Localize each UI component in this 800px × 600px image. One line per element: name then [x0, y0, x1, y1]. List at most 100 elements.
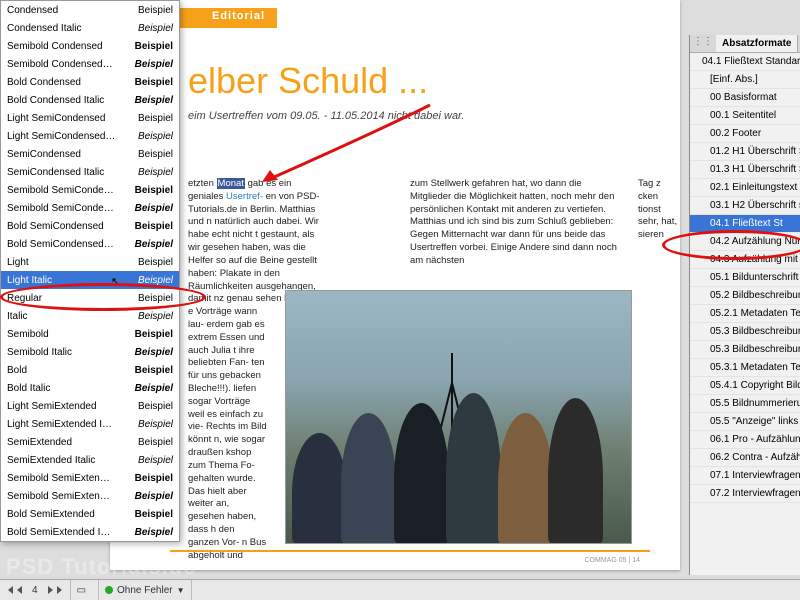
font-style-option[interactable]: SemiCondensed ItalicBeispiel — [1, 163, 179, 181]
font-style-option[interactable]: Light ItalicBeispiel↖ — [1, 271, 179, 289]
font-style-option[interactable]: CondensedBeispiel — [1, 1, 179, 19]
open-icon[interactable]: ▭ — [77, 585, 86, 596]
font-style-option[interactable]: Semibold SemiExten…Beispiel — [1, 487, 179, 505]
link-usertreffen[interactable]: Usertref- — [226, 191, 263, 202]
font-style-option[interactable]: Bold SemiExtended I…Beispiel — [1, 523, 179, 541]
paragraph-style-item[interactable]: 01.3 H1 Überschrift S — [690, 161, 800, 179]
paragraph-style-item[interactable]: 05.1 Bildunterschrift — [690, 269, 800, 287]
font-style-name: Bold Italic — [7, 383, 50, 394]
font-style-name: Italic — [7, 311, 28, 322]
font-style-name: SemiExtended — [7, 437, 72, 448]
font-style-option[interactable]: Bold SemiExtendedBeispiel — [1, 505, 179, 523]
font-style-name: Condensed — [7, 5, 58, 16]
paragraph-style-item[interactable]: 00 Basisformat — [690, 89, 800, 107]
paragraph-style-item[interactable]: 05.2.1 Metadaten Tex — [690, 305, 800, 323]
paragraph-style-item[interactable]: 01.2 H1 Überschrift S — [690, 143, 800, 161]
font-style-option[interactable]: Light SemiExtended I… Beispiel — [1, 415, 179, 433]
selected-word[interactable]: Monat — [217, 178, 245, 189]
font-style-option[interactable]: SemiExtended ItalicBeispiel — [1, 451, 179, 469]
paragraph-style-item[interactable]: 04.1 Fließtext St — [690, 215, 800, 233]
font-style-option[interactable]: Bold SemiCondensed…Beispiel — [1, 235, 179, 253]
font-style-option[interactable]: ItalicBeispiel — [1, 307, 179, 325]
paragraph-style-item[interactable]: 07.1 Interviewfragen — [690, 467, 800, 485]
font-style-preview: Beispiel — [135, 329, 173, 340]
font-style-option[interactable]: Semibold SemiExten…Beispiel — [1, 469, 179, 487]
font-style-name: Semibold SemiConde… — [7, 185, 114, 196]
paragraph-style-item[interactable]: 05.3 Bildbeschreibun — [690, 323, 800, 341]
subhead[interactable]: eim Usertreffen vom 09.05. - 11.05.2014 … — [188, 110, 464, 122]
last-page-icon[interactable] — [57, 586, 62, 594]
font-style-preview: Beispiel — [138, 113, 173, 124]
font-style-option[interactable]: Condensed ItalicBeispiel — [1, 19, 179, 37]
font-style-preview: Beispiel — [138, 257, 173, 268]
font-style-dropdown[interactable]: CondensedBeispielCondensed ItalicBeispie… — [0, 0, 180, 542]
font-style-option[interactable]: SemiExtended Beispiel — [1, 433, 179, 451]
font-style-option[interactable]: Bold CondensedBeispiel — [1, 73, 179, 91]
paragraph-style-item[interactable]: 05.5 "Anzeige" links — [690, 413, 800, 431]
font-style-name: Bold SemiExtended I… — [7, 527, 110, 538]
font-style-name: Light SemiCondensed — [7, 113, 105, 124]
font-style-option[interactable]: SemiboldBeispiel — [1, 325, 179, 343]
tab-absatzformate[interactable]: Absatzformate — [716, 35, 798, 52]
paragraph-style-item[interactable]: [Einf. Abs.] — [690, 71, 800, 89]
font-style-option[interactable]: Semibold Condensed…Beispiel — [1, 55, 179, 73]
paragraph-style-item[interactable]: 04.2 Aufzählung Nur — [690, 233, 800, 251]
text-column-2[interactable]: zum Stellwerk gefahren hat, wo dann die … — [410, 178, 625, 268]
font-style-preview: Beispiel — [138, 437, 173, 448]
font-style-option[interactable]: Semibold CondensedBeispiel — [1, 37, 179, 55]
paragraph-style-item[interactable]: 06.2 Contra - Aufzäh — [690, 449, 800, 467]
font-style-name: Light SemiExtended I… — [7, 419, 112, 430]
text-column-3[interactable]: Tag z cken tionst sehr, hat, sieren — [638, 178, 678, 242]
paragraph-styles-panel[interactable]: ⋮⋮ Absatzformate Zeic 04.1 Fließtext Sta… — [689, 35, 800, 575]
font-style-preview: Beispiel — [135, 239, 173, 250]
font-style-preview: Beispiel — [138, 419, 173, 430]
font-style-option[interactable]: Light SemiExtendedBeispiel — [1, 397, 179, 415]
footer-text: COMMAG 05 | 14 — [584, 557, 640, 564]
font-style-option[interactable]: Semibold SemiConde…Beispiel — [1, 199, 179, 217]
first-page-icon[interactable] — [8, 586, 13, 594]
paragraph-style-item[interactable]: 00.1 Seitentitel — [690, 107, 800, 125]
paragraph-style-item[interactable]: 04.3 Aufzählung mit — [690, 251, 800, 269]
font-style-preview: Beispiel — [138, 23, 173, 34]
paragraph-style-item[interactable]: 07.2 Interviewfragen — [690, 485, 800, 503]
paragraph-style-item[interactable]: 05.4.1 Copyright Bild — [690, 377, 800, 395]
col1-text-a: etzten — [188, 178, 217, 189]
paragraph-style-item[interactable]: 05.3.1 Metadaten Tex — [690, 359, 800, 377]
paragraph-style-item[interactable]: 06.1 Pro - Aufzählun — [690, 431, 800, 449]
article-photo[interactable] — [285, 290, 632, 544]
chevron-down-icon[interactable]: ▼ — [177, 586, 185, 595]
font-style-option[interactable]: Light SemiCondensed…Beispiel — [1, 127, 179, 145]
paragraph-style-item[interactable]: 00.2 Footer — [690, 125, 800, 143]
paragraph-styles-list[interactable]: 04.1 Fließtext Standard[Einf. Abs.]00 Ba… — [690, 53, 800, 553]
paragraph-style-item[interactable]: 04.1 Fließtext Standard — [690, 53, 800, 71]
font-style-name: SemiExtended Italic — [7, 455, 95, 466]
paragraph-style-item[interactable]: 05.3 Bildbeschreibun — [690, 341, 800, 359]
headline[interactable]: elber Schuld ... — [188, 60, 428, 102]
people-silhouettes — [286, 383, 631, 543]
font-style-option[interactable]: Bold SemiCondensedBeispiel — [1, 217, 179, 235]
page-number-field[interactable]: 4 — [24, 585, 46, 596]
font-style-option[interactable]: Light SemiCondensed Beispiel — [1, 109, 179, 127]
paragraph-style-item[interactable]: 02.1 Einleitungstext — [690, 179, 800, 197]
font-style-option[interactable]: Bold Italic Beispiel — [1, 379, 179, 397]
font-style-preview: Beispiel — [135, 383, 173, 394]
paragraph-style-item[interactable]: 03.1 H2 Überschrift s — [690, 197, 800, 215]
footer-rule — [170, 550, 650, 552]
font-style-option[interactable]: RegularBeispiel — [1, 289, 179, 307]
font-style-option[interactable]: Semibold SemiConde…Beispiel — [1, 181, 179, 199]
font-style-option[interactable]: LightBeispiel — [1, 253, 179, 271]
paragraph-style-item[interactable]: 05.2 Bildbeschreibun — [690, 287, 800, 305]
next-page-icon[interactable] — [48, 586, 53, 594]
font-style-preview: Beispiel — [135, 347, 173, 358]
preflight-status[interactable]: Ohne Fehler — [117, 585, 173, 596]
prev-page-icon[interactable] — [17, 586, 22, 594]
paragraph-style-item[interactable]: 05.5 Bildnummerieru — [690, 395, 800, 413]
document-page[interactable]: Editorial elber Schuld ... eim Usertreff… — [110, 0, 680, 570]
font-style-option[interactable]: BoldBeispiel — [1, 361, 179, 379]
font-style-option[interactable]: Bold Condensed ItalicBeispiel — [1, 91, 179, 109]
font-style-option[interactable]: Semibold ItalicBeispiel — [1, 343, 179, 361]
font-style-preview: Beispiel — [138, 131, 173, 142]
font-style-option[interactable]: SemiCondensedBeispiel — [1, 145, 179, 163]
font-style-name: Light SemiExtended — [7, 401, 97, 412]
panel-grip-icon[interactable]: ⋮⋮ — [690, 35, 716, 52]
